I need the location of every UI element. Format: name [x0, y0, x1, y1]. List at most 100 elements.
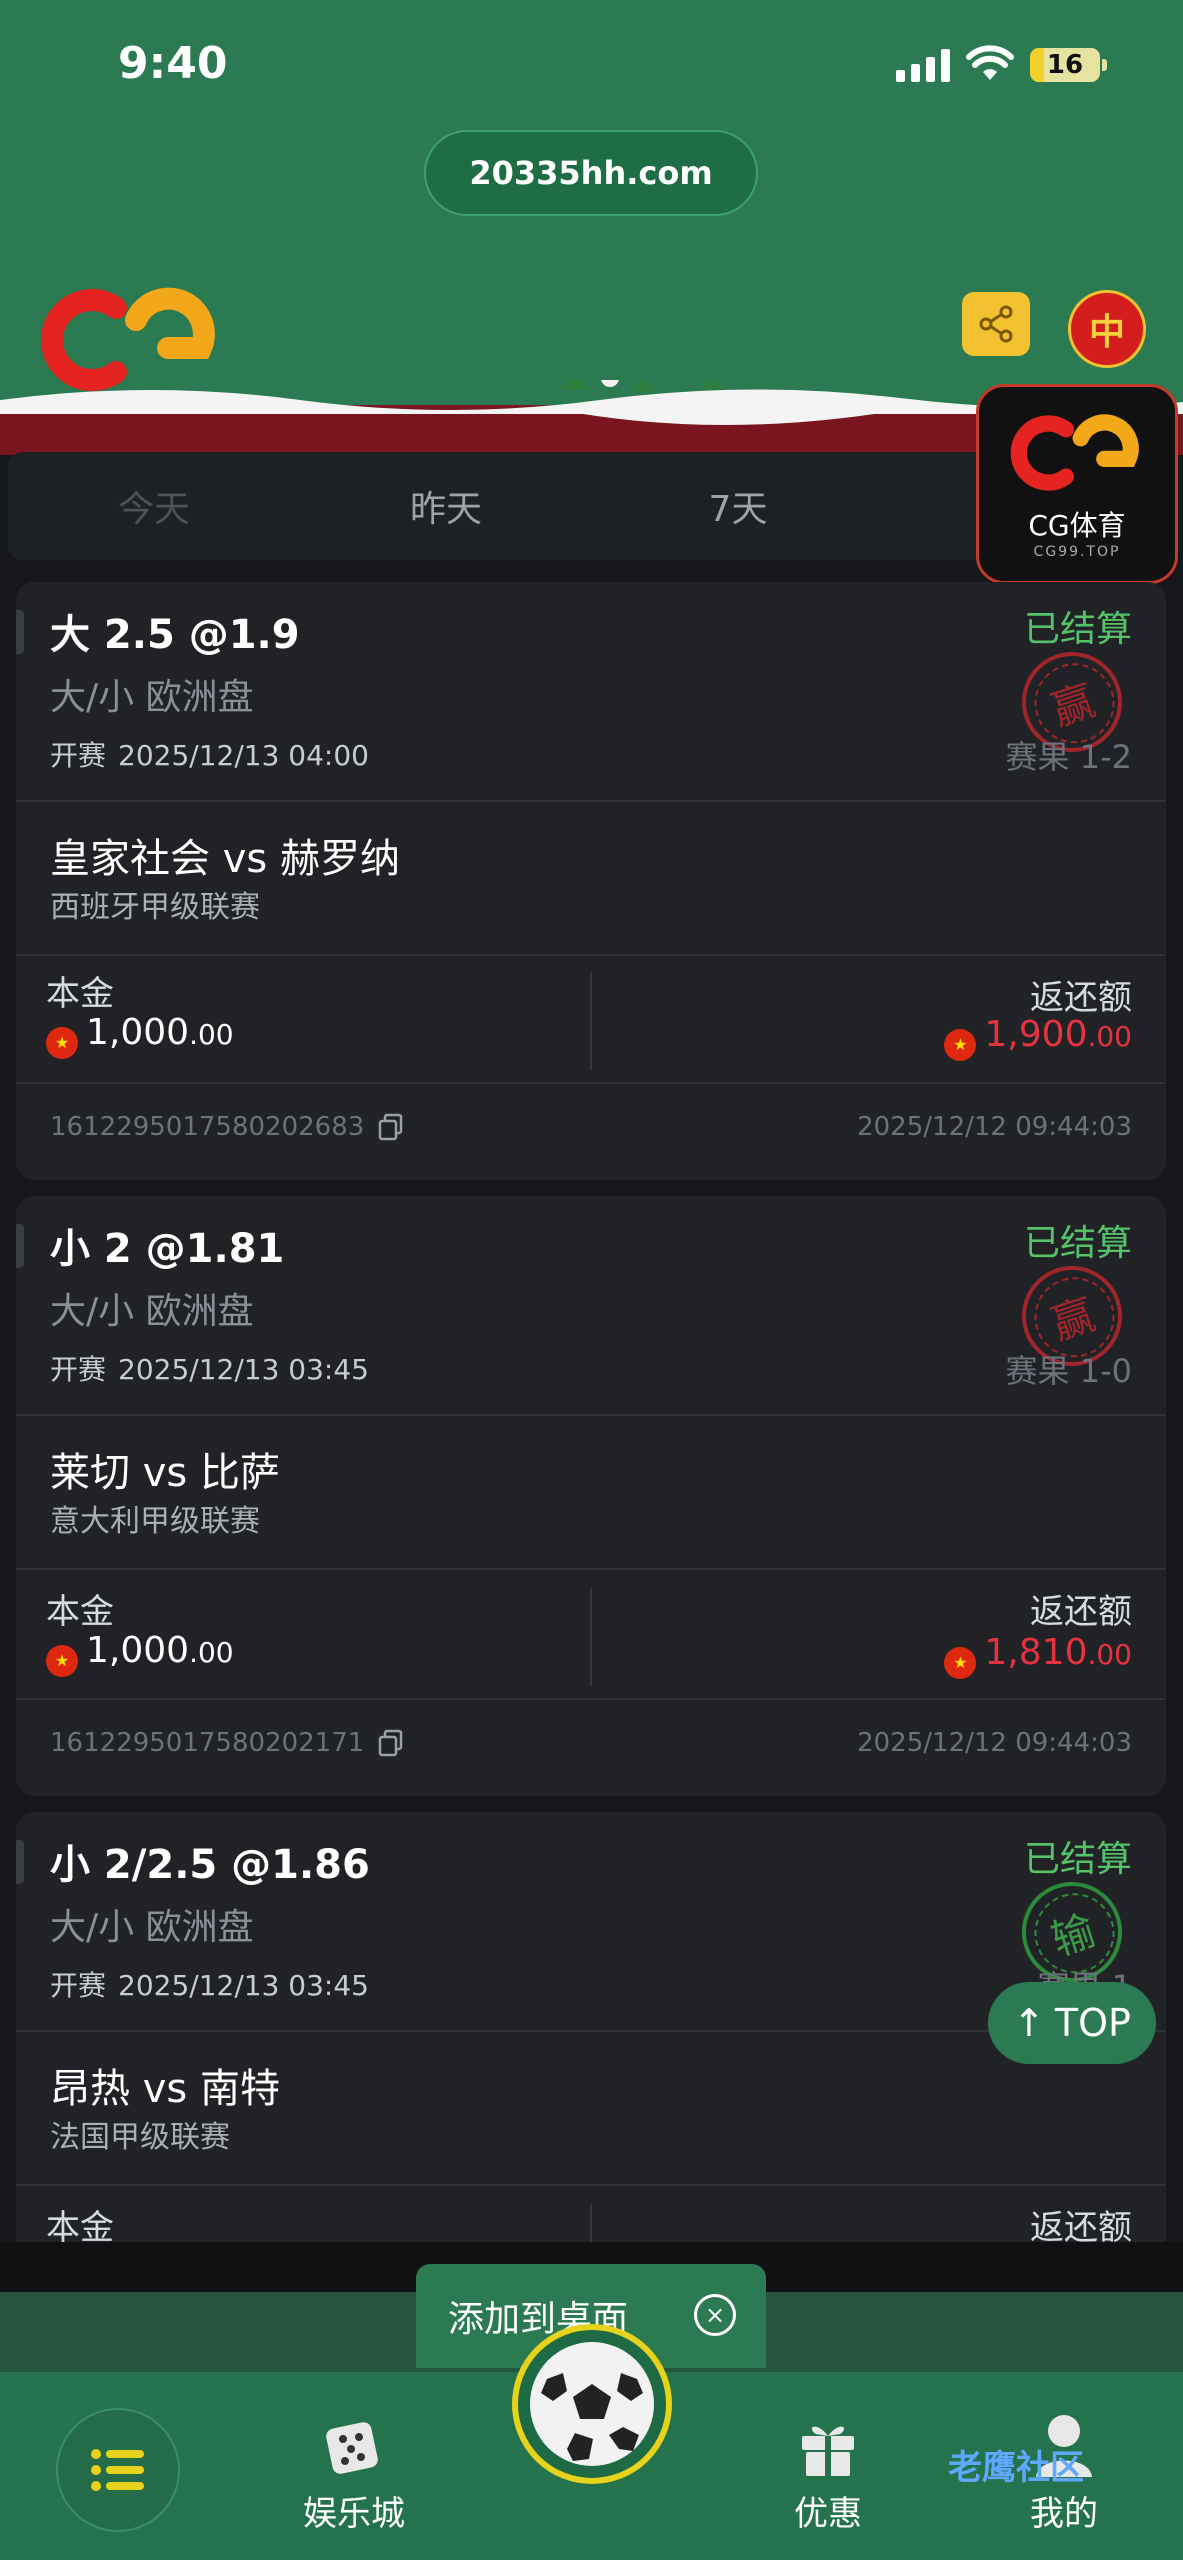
close-icon[interactable]: ×: [694, 2294, 736, 2336]
match-result: 赛果 1-0: [1006, 1346, 1132, 1392]
cny-flag-icon: ★: [944, 1028, 977, 1061]
principal-int: 1,000: [86, 1630, 190, 1671]
card-edge: [16, 1224, 24, 1268]
return-int: 1,900: [984, 1014, 1088, 1055]
nav-casino-label: 娱乐城: [303, 2494, 405, 2534]
menu-button[interactable]: [56, 2408, 180, 2532]
return-amount: ★ 1,900.00: [944, 1014, 1132, 1061]
league-name: 意大利甲级联赛: [50, 1504, 260, 1539]
principal-amount: ★ 1,000.00: [46, 1630, 234, 1677]
match-teams: 昂热 vs 南特: [50, 2066, 280, 2112]
card-edge: [16, 610, 24, 654]
order-id: 1612295017580202171: [50, 1728, 404, 1758]
dice-icon: [326, 2422, 378, 2474]
column-separator: [590, 972, 592, 1070]
result-score: 1-0: [1079, 1352, 1132, 1390]
soccer-ball-icon: [530, 2342, 654, 2466]
match-teams: 皇家社会 vs 赫罗纳: [50, 836, 400, 882]
url-bar[interactable]: 20335hh.com: [424, 130, 758, 216]
card-edge: [16, 1840, 24, 1884]
watermark: 老鹰社区: [948, 2448, 1084, 2488]
battery-icon: 16: [1030, 48, 1107, 82]
nav-promo[interactable]: 优惠: [758, 2406, 898, 2535]
principal-label: 本金: [46, 2208, 114, 2242]
bet-market: 大/小 欧洲盘: [50, 1291, 254, 1332]
return-label: 返还额: [1030, 1592, 1132, 1632]
battery-level: 16: [1046, 50, 1084, 80]
sports-button[interactable]: [512, 2324, 672, 2484]
start-time: 2025/12/13 03:45: [118, 1353, 369, 1386]
copy-icon[interactable]: [378, 1113, 404, 1141]
principal-dec: .00: [189, 1018, 234, 1051]
cellular-signal-icon: [896, 48, 950, 82]
match-start: 开赛 2025/12/13 04:00: [50, 734, 369, 774]
nav-me-label: 我的: [1030, 2494, 1098, 2534]
tab-today[interactable]: 今天: [8, 480, 300, 532]
match-start: 开赛 2025/12/13 03:45: [50, 1348, 369, 1388]
bet-market: 大/小 欧洲盘: [50, 677, 254, 718]
bet-card[interactable]: 小 2 @1.81 已结算 大/小 欧洲盘 赢 开赛 2025/12/13 03:…: [16, 1196, 1166, 1796]
cny-flag-icon: ★: [46, 1026, 78, 1059]
start-label: 开赛: [50, 1969, 107, 2002]
status-bar: 9:40 16: [0, 0, 1183, 130]
divider: [16, 954, 1166, 956]
principal-label: 本金: [46, 1592, 114, 1632]
return-int: 1,810: [984, 1632, 1088, 1673]
nav-casino[interactable]: 娱乐城: [284, 2406, 424, 2535]
column-separator: [590, 2204, 592, 2242]
match-start: 开赛 2025/12/13 03:45: [50, 1964, 369, 2004]
bet-card[interactable]: 大 2.5 @1.9 已结算 大/小 欧洲盘 赢 开赛 2025/12/13 04…: [16, 582, 1166, 1180]
order-id: 1612295017580202683: [50, 1112, 404, 1142]
column-separator: [590, 1588, 592, 1686]
return-dec: .00: [1087, 1020, 1132, 1053]
bet-selection: 小 2/2.5 @1.86: [50, 1842, 370, 1888]
nav-promo-label: 优惠: [794, 2494, 862, 2534]
settled-status: 已结算: [1023, 1223, 1132, 1264]
start-label: 开赛: [50, 1353, 107, 1386]
return-amount: ★ 1,810.00: [944, 1632, 1132, 1679]
list-icon: [91, 2449, 144, 2491]
status-time: 9:40: [118, 38, 228, 89]
bet-selection: 小 2 @1.81: [50, 1226, 285, 1272]
start-time: 2025/12/13 04:00: [118, 739, 369, 772]
share-icon: [979, 305, 1013, 343]
arrow-up-icon: ↑: [1013, 2001, 1045, 2045]
language-button[interactable]: 中: [1068, 290, 1146, 368]
cny-flag-icon: ★: [46, 1644, 78, 1677]
match-result: 赛果 1-2: [1006, 732, 1132, 778]
return-label: 返还额: [1030, 2208, 1132, 2242]
share-button[interactable]: [962, 292, 1030, 356]
league-name: 法国甲级联赛: [50, 2120, 230, 2155]
badge-name: CG体育: [1028, 509, 1126, 542]
return-label: 返还额: [1030, 978, 1132, 1018]
divider: [16, 1568, 1166, 1570]
principal-amount: ★ 1,000.00: [46, 1012, 234, 1059]
order-number: 1612295017580202171: [50, 1728, 365, 1758]
gift-icon: [802, 2426, 854, 2476]
wifi-icon: [966, 45, 1014, 80]
order-number: 1612295017580202683: [50, 1112, 365, 1142]
badge-domain: CG99.TOP: [1033, 544, 1121, 560]
settled-status: 已结算: [1023, 609, 1132, 650]
settled-status: 已结算: [1023, 1839, 1132, 1880]
tab-7days[interactable]: 7天: [592, 480, 884, 532]
match-teams: 莱切 vs 比萨: [50, 1450, 280, 1496]
principal-int: 1,000: [86, 1012, 190, 1053]
principal-dec: .00: [189, 1636, 234, 1669]
result-label: 赛果: [1005, 1352, 1070, 1390]
bet-selection: 大 2.5 @1.9: [50, 612, 300, 658]
cny-flag-icon: ★: [944, 1646, 977, 1679]
order-time: 2025/12/12 09:44:03: [857, 1728, 1132, 1758]
scroll-top-button[interactable]: ↑ TOP: [988, 1982, 1156, 2064]
tab-yesterday[interactable]: 昨天: [300, 480, 592, 532]
divider: [16, 2184, 1166, 2186]
start-label: 开赛: [50, 739, 107, 772]
return-dec: .00: [1087, 1638, 1132, 1671]
principal-label: 本金: [46, 974, 114, 1014]
divider: [16, 1082, 1166, 1084]
copy-icon[interactable]: [378, 1729, 404, 1757]
league-name: 西班牙甲级联赛: [50, 890, 260, 925]
top-label: TOP: [1054, 2001, 1131, 2045]
order-time: 2025/12/12 09:44:03: [857, 1112, 1132, 1142]
cg-floating-badge[interactable]: CG体育 CG99.TOP: [976, 384, 1178, 584]
